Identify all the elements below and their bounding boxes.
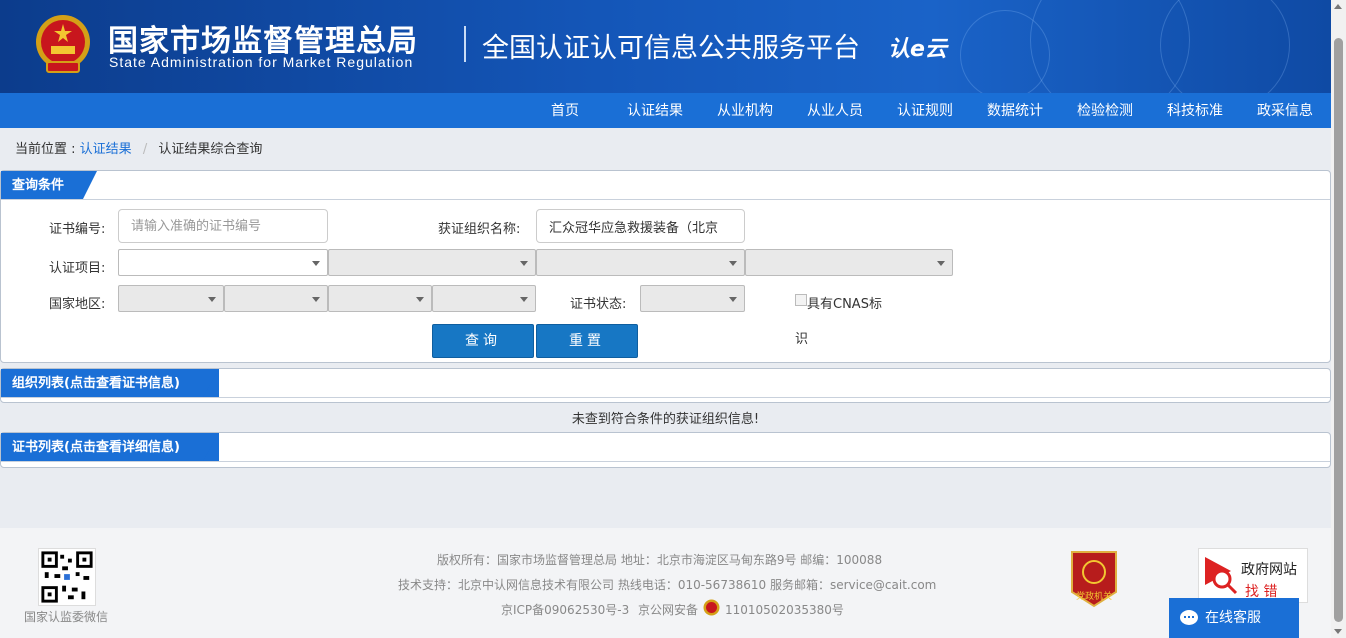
cnas-label: 具有CNAS标 [807,297,882,312]
decor-circle [1160,0,1290,93]
org-list-title-text: 组织列表(点击查看证书信息) [12,376,180,391]
footer-police-link[interactable]: 京公网安备 [638,601,698,618]
cnas-checkbox[interactable] [795,294,807,306]
footer-police-number[interactable]: 11010502035380号 [725,601,844,618]
status-label: 证书状态: [570,297,627,312]
query-panel-title: 查询条件 [1,171,97,199]
chevron-down-icon [312,297,320,302]
nav-item-statistics[interactable]: 数据统计 [980,93,1050,128]
project-label: 认证项目: [49,261,106,276]
org-name-en: State Administration for Market Regulati… [109,54,414,70]
chevron-down-icon [312,261,320,266]
region-select-1[interactable] [118,285,224,312]
site-header: 国家市场监督管理总局 State Administration for Mark… [0,0,1331,93]
cert-list-title-text: 证书列表(点击查看详细信息) [12,440,180,455]
footer-copyright: 版权所有：国家市场监督管理总局 地址：北京市海淀区马甸东路9号 邮编：10008… [437,553,883,567]
org-list-panel: 组织列表(点击查看证书信息) [0,368,1331,403]
header-divider [464,26,466,62]
cert-list-title: 证书列表(点击查看详细信息) [1,433,219,461]
main-nav: 首页 认证结果 从业机构 从业人员 认证规则 数据统计 检验检测 科技标准 政采… [0,93,1331,128]
nav-item-institutions[interactable]: 从业机构 [710,93,780,128]
nav-item-procurement[interactable]: 政采信息 [1250,93,1320,128]
project-select-1[interactable] [118,249,328,276]
site-footer: 国家认监委微信 版权所有：国家市场监督管理总局 地址：北京市海淀区马甸东路9号 … [0,528,1331,638]
footer-support: 技术支持：北京中认网信息技术有限公司 热线电话：010-56738610 服务邮… [398,578,937,592]
qr-label: 国家认监委微信 [24,610,109,624]
region-select-4[interactable] [432,285,536,312]
chevron-down-icon [520,261,528,266]
platform-title: 全国认证认可信息公共服务平台 [482,33,860,64]
gov-site-error-report[interactable]: 政府网站 找 错 [1198,548,1308,603]
chevron-down-icon [416,297,424,302]
nav-item-home[interactable]: 首页 [536,93,594,128]
query-panel: 查询条件 证书编号: 获证组织名称: 认证项目: 国家地区: 证书状态: 具有C… [0,170,1331,363]
org-list-title: 组织列表(点击查看证书信息) [1,369,219,397]
region-select-2[interactable] [224,285,328,312]
panel-divider [1,199,1330,200]
national-emblem-icon [36,15,90,73]
nav-item-standards[interactable]: 科技标准 [1160,93,1230,128]
search-button[interactable]: 查询 [432,324,534,358]
scroll-down-icon[interactable] [1334,629,1342,634]
online-service-button[interactable]: 在线客服 [1169,598,1299,638]
breadcrumb: 当前位置 : 认证结果 / 认证结果综合查询 [15,138,262,157]
region-select-3[interactable] [328,285,432,312]
footer-icp-link[interactable]: 京ICP备09062530号-3 [501,601,629,618]
online-service-label: 在线客服 [1205,610,1261,626]
panel-divider [1,397,1330,398]
wechat-qr-icon [38,548,96,606]
breadcrumb-current: 认证结果综合查询 [158,142,263,157]
chevron-down-icon [208,297,216,302]
chevron-down-icon [729,261,737,266]
org-list-empty-message: 未查到符合条件的获证组织信息! [571,412,760,427]
page-scrollbar[interactable] [1331,0,1346,638]
scroll-up-icon[interactable] [1334,4,1342,9]
cert-list-panel: 证书列表(点击查看详细信息) [0,432,1331,468]
project-select-2[interactable] [328,249,536,276]
party-badge-text: 党政机关 [1076,590,1112,602]
breadcrumb-link-cert-results[interactable]: 认证结果 [80,142,132,157]
nav-item-inspection[interactable]: 检验检测 [1070,93,1140,128]
chat-bubble-icon [1180,610,1198,625]
logo-text: 认e云 [888,37,949,62]
nav-item-personnel[interactable]: 从业人员 [800,93,870,128]
region-label: 国家地区: [49,297,106,312]
project-select-4[interactable] [745,249,953,276]
party-org-badge-icon[interactable]: 党政机关 [1068,548,1120,610]
breadcrumb-separator: / [142,142,148,157]
org-name-label: 获证组织名称: [438,222,521,237]
panel-divider [1,461,1330,462]
query-title-text: 查询条件 [12,178,65,193]
org-name-input[interactable] [536,209,745,243]
breadcrumb-prefix: 当前位置 : [15,142,76,157]
gov-err-title: 政府网站 [1241,562,1297,578]
cnas-label-wrap: 识 [795,332,809,347]
chevron-down-icon [937,261,945,266]
chevron-down-icon [729,297,737,302]
chevron-down-icon [520,297,528,302]
status-select[interactable] [640,285,745,312]
scroll-thumb[interactable] [1334,38,1343,622]
nav-item-cert-results[interactable]: 认证结果 [620,93,690,128]
police-badge-icon [703,599,720,616]
nav-item-rules[interactable]: 认证规则 [890,93,960,128]
renyiyun-logo: 认e云 [888,37,949,62]
cert-no-label: 证书编号: [49,222,106,237]
project-select-3[interactable] [536,249,745,276]
cert-no-input[interactable] [118,209,328,243]
reset-button[interactable]: 重置 [536,324,638,358]
decor-circle [960,10,1050,93]
magnifier-icon [1205,557,1238,595]
